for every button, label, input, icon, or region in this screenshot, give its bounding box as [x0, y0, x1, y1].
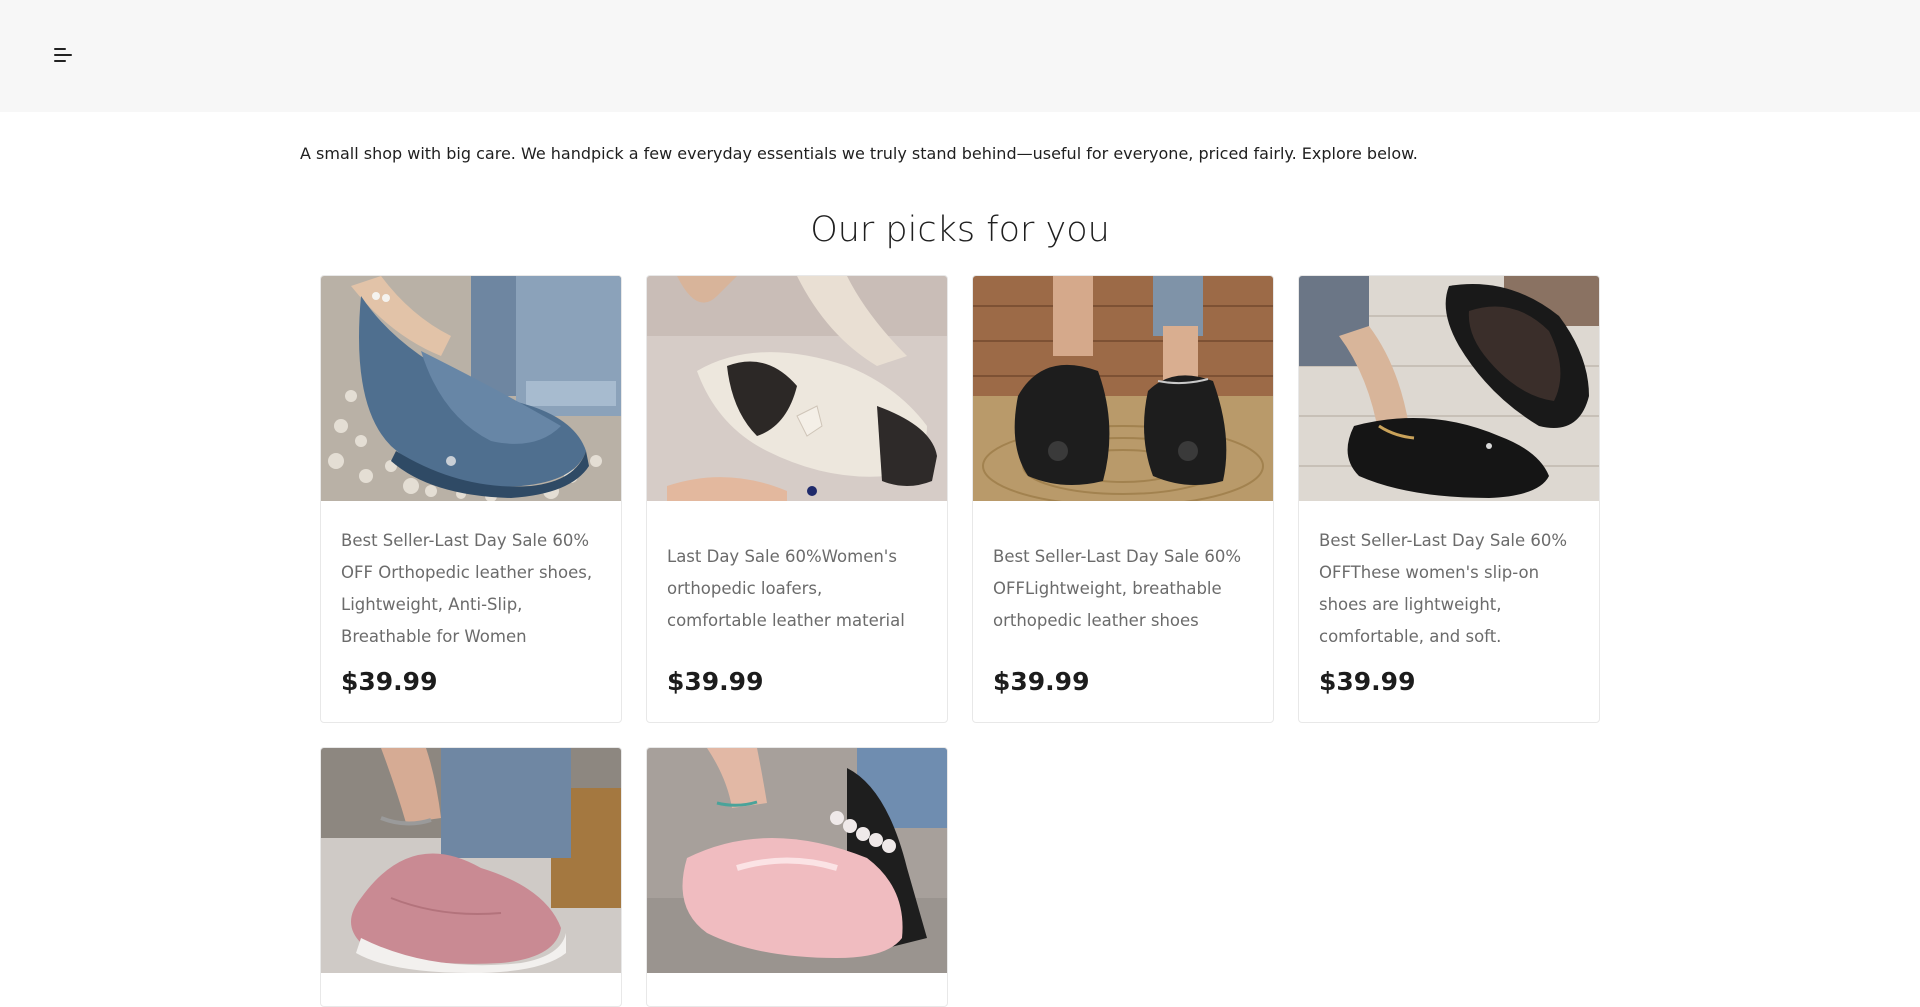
product-title[interactable]: Best Seller-Last Day Sale 60% OFF Orthop…: [341, 525, 601, 653]
product-card[interactable]: Last Day Sale 60%Women's orthopedic loaf…: [646, 275, 948, 723]
hamburger-menu-icon[interactable]: [50, 46, 74, 66]
product-price: $39.99: [667, 667, 764, 696]
site-header: [0, 0, 1920, 112]
product-card[interactable]: Best Seller-Last Day Sale 60% OFFLightwe…: [972, 275, 1274, 723]
product-image[interactable]: [321, 276, 621, 501]
product-price: $39.99: [341, 667, 438, 696]
section-title: Our picks for you: [810, 210, 1110, 250]
product-image[interactable]: [321, 748, 621, 973]
product-card[interactable]: Best Seller-Last Day Sale 60% OFF Orthop…: [320, 275, 622, 723]
shop-intro-text: A small shop with big care. We handpick …: [300, 144, 1418, 163]
product-price: $39.99: [993, 667, 1090, 696]
product-image[interactable]: [647, 748, 947, 973]
product-price: $39.99: [1319, 667, 1416, 696]
product-title[interactable]: Best Seller-Last Day Sale 60% OFFThese w…: [1319, 525, 1579, 653]
product-image[interactable]: [973, 276, 1273, 501]
product-card[interactable]: [646, 747, 948, 1007]
product-title[interactable]: Best Seller-Last Day Sale 60% OFFLightwe…: [993, 541, 1253, 637]
product-image[interactable]: [647, 276, 947, 501]
product-card[interactable]: [320, 747, 622, 1007]
product-card[interactable]: Best Seller-Last Day Sale 60% OFFThese w…: [1298, 275, 1600, 723]
product-image[interactable]: [1299, 276, 1599, 501]
product-title[interactable]: Last Day Sale 60%Women's orthopedic loaf…: [667, 541, 927, 637]
